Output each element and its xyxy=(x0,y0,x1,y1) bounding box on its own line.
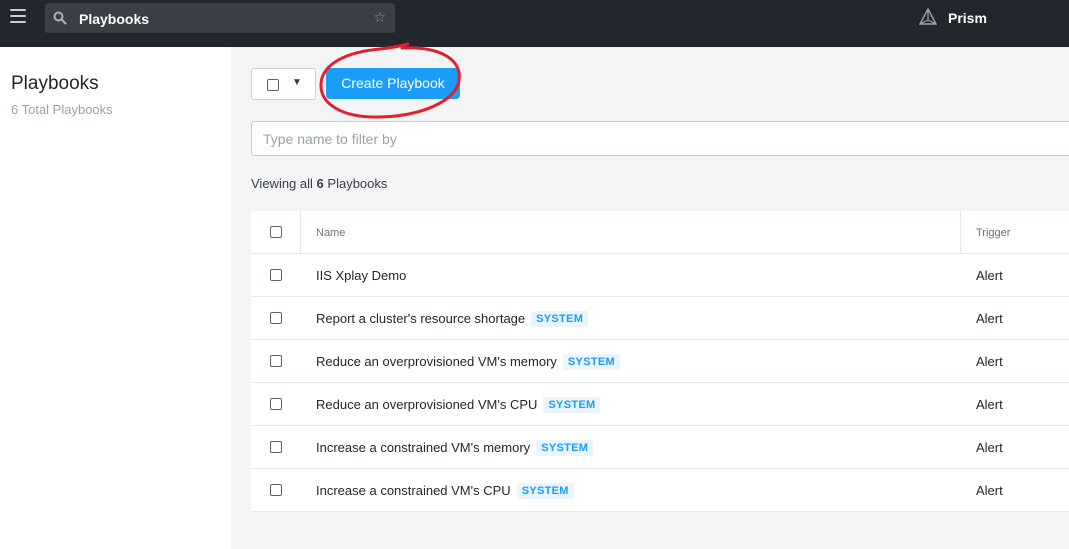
table-row[interactable]: Reduce an overprovisioned VM's memory SYS… xyxy=(251,340,1069,383)
playbook-name[interactable]: Increase a constrained VM's CPU SYSTEM xyxy=(316,483,574,499)
playbook-name[interactable]: Reduce an overprovisioned VM's memory SYS… xyxy=(316,354,620,370)
row-checkbox[interactable] xyxy=(270,269,282,281)
table-row[interactable]: Increase a constrained VM's CPU SYSTEM Al… xyxy=(251,469,1069,512)
playbook-trigger: Alert xyxy=(976,483,1003,498)
table-row[interactable]: Report a cluster's resource shortage SYST… xyxy=(251,297,1069,340)
star-icon[interactable]: ☆ xyxy=(373,9,386,26)
viewing-summary: Viewing all 6 Playbooks xyxy=(251,176,388,191)
row-checkbox[interactable] xyxy=(270,484,282,496)
table-row[interactable]: IIS Xplay Demo Alert xyxy=(251,254,1069,297)
chevron-down-icon: ▼ xyxy=(292,77,302,88)
total-count: 6 Total Playbooks xyxy=(11,102,113,117)
playbook-name[interactable]: Report a cluster's resource shortage SYST… xyxy=(316,311,589,327)
prism-logo-icon xyxy=(919,8,937,25)
brand-name: Prism xyxy=(948,10,987,26)
bulk-select-checkbox[interactable] xyxy=(267,79,279,91)
system-badge: SYSTEM xyxy=(543,397,601,413)
system-badge: SYSTEM xyxy=(562,354,620,370)
row-checkbox[interactable] xyxy=(270,398,282,410)
top-navigation-bar: Playbooks ☆ Prism xyxy=(0,0,1069,47)
hamburger-menu-icon[interactable] xyxy=(10,9,26,23)
search-value: Playbooks xyxy=(79,11,150,27)
system-badge: SYSTEM xyxy=(516,483,574,499)
playbook-name[interactable]: Reduce an overprovisioned VM's CPU SYSTEM xyxy=(316,397,601,413)
playbook-trigger: Alert xyxy=(976,440,1003,455)
playbook-trigger: Alert xyxy=(976,354,1003,369)
playbook-trigger: Alert xyxy=(976,268,1003,283)
row-checkbox[interactable] xyxy=(270,441,282,453)
column-header-trigger[interactable]: Trigger xyxy=(976,227,1010,239)
name-filter-input[interactable] xyxy=(251,121,1069,156)
table-row[interactable]: Reduce an overprovisioned VM's CPU SYSTEM… xyxy=(251,383,1069,426)
row-checkbox[interactable] xyxy=(270,312,282,324)
table-header-row: Name Trigger xyxy=(251,211,1069,254)
system-badge: SYSTEM xyxy=(536,440,594,456)
bulk-select-dropdown[interactable]: ▼ xyxy=(251,68,316,100)
create-playbook-button[interactable]: Create Playbook xyxy=(326,68,460,99)
left-summary-panel: Playbooks 6 Total Playbooks xyxy=(0,47,231,549)
playbook-name[interactable]: IIS Xplay Demo xyxy=(316,268,406,283)
playbooks-table: Name Trigger IIS Xplay Demo Alert Report… xyxy=(251,211,1069,512)
page-title: Playbooks xyxy=(11,73,99,94)
global-search-bar[interactable]: Playbooks ☆ xyxy=(45,3,395,33)
row-checkbox[interactable] xyxy=(270,355,282,367)
select-all-checkbox[interactable] xyxy=(270,226,282,238)
playbook-name[interactable]: Increase a constrained VM's memory SYSTEM xyxy=(316,440,594,456)
table-row[interactable]: Increase a constrained VM's memory SYSTEM… xyxy=(251,426,1069,469)
column-header-name[interactable]: Name xyxy=(316,227,345,239)
system-badge: SYSTEM xyxy=(531,311,589,327)
playbook-trigger: Alert xyxy=(976,397,1003,412)
playbook-trigger: Alert xyxy=(976,311,1003,326)
search-icon xyxy=(53,11,67,25)
